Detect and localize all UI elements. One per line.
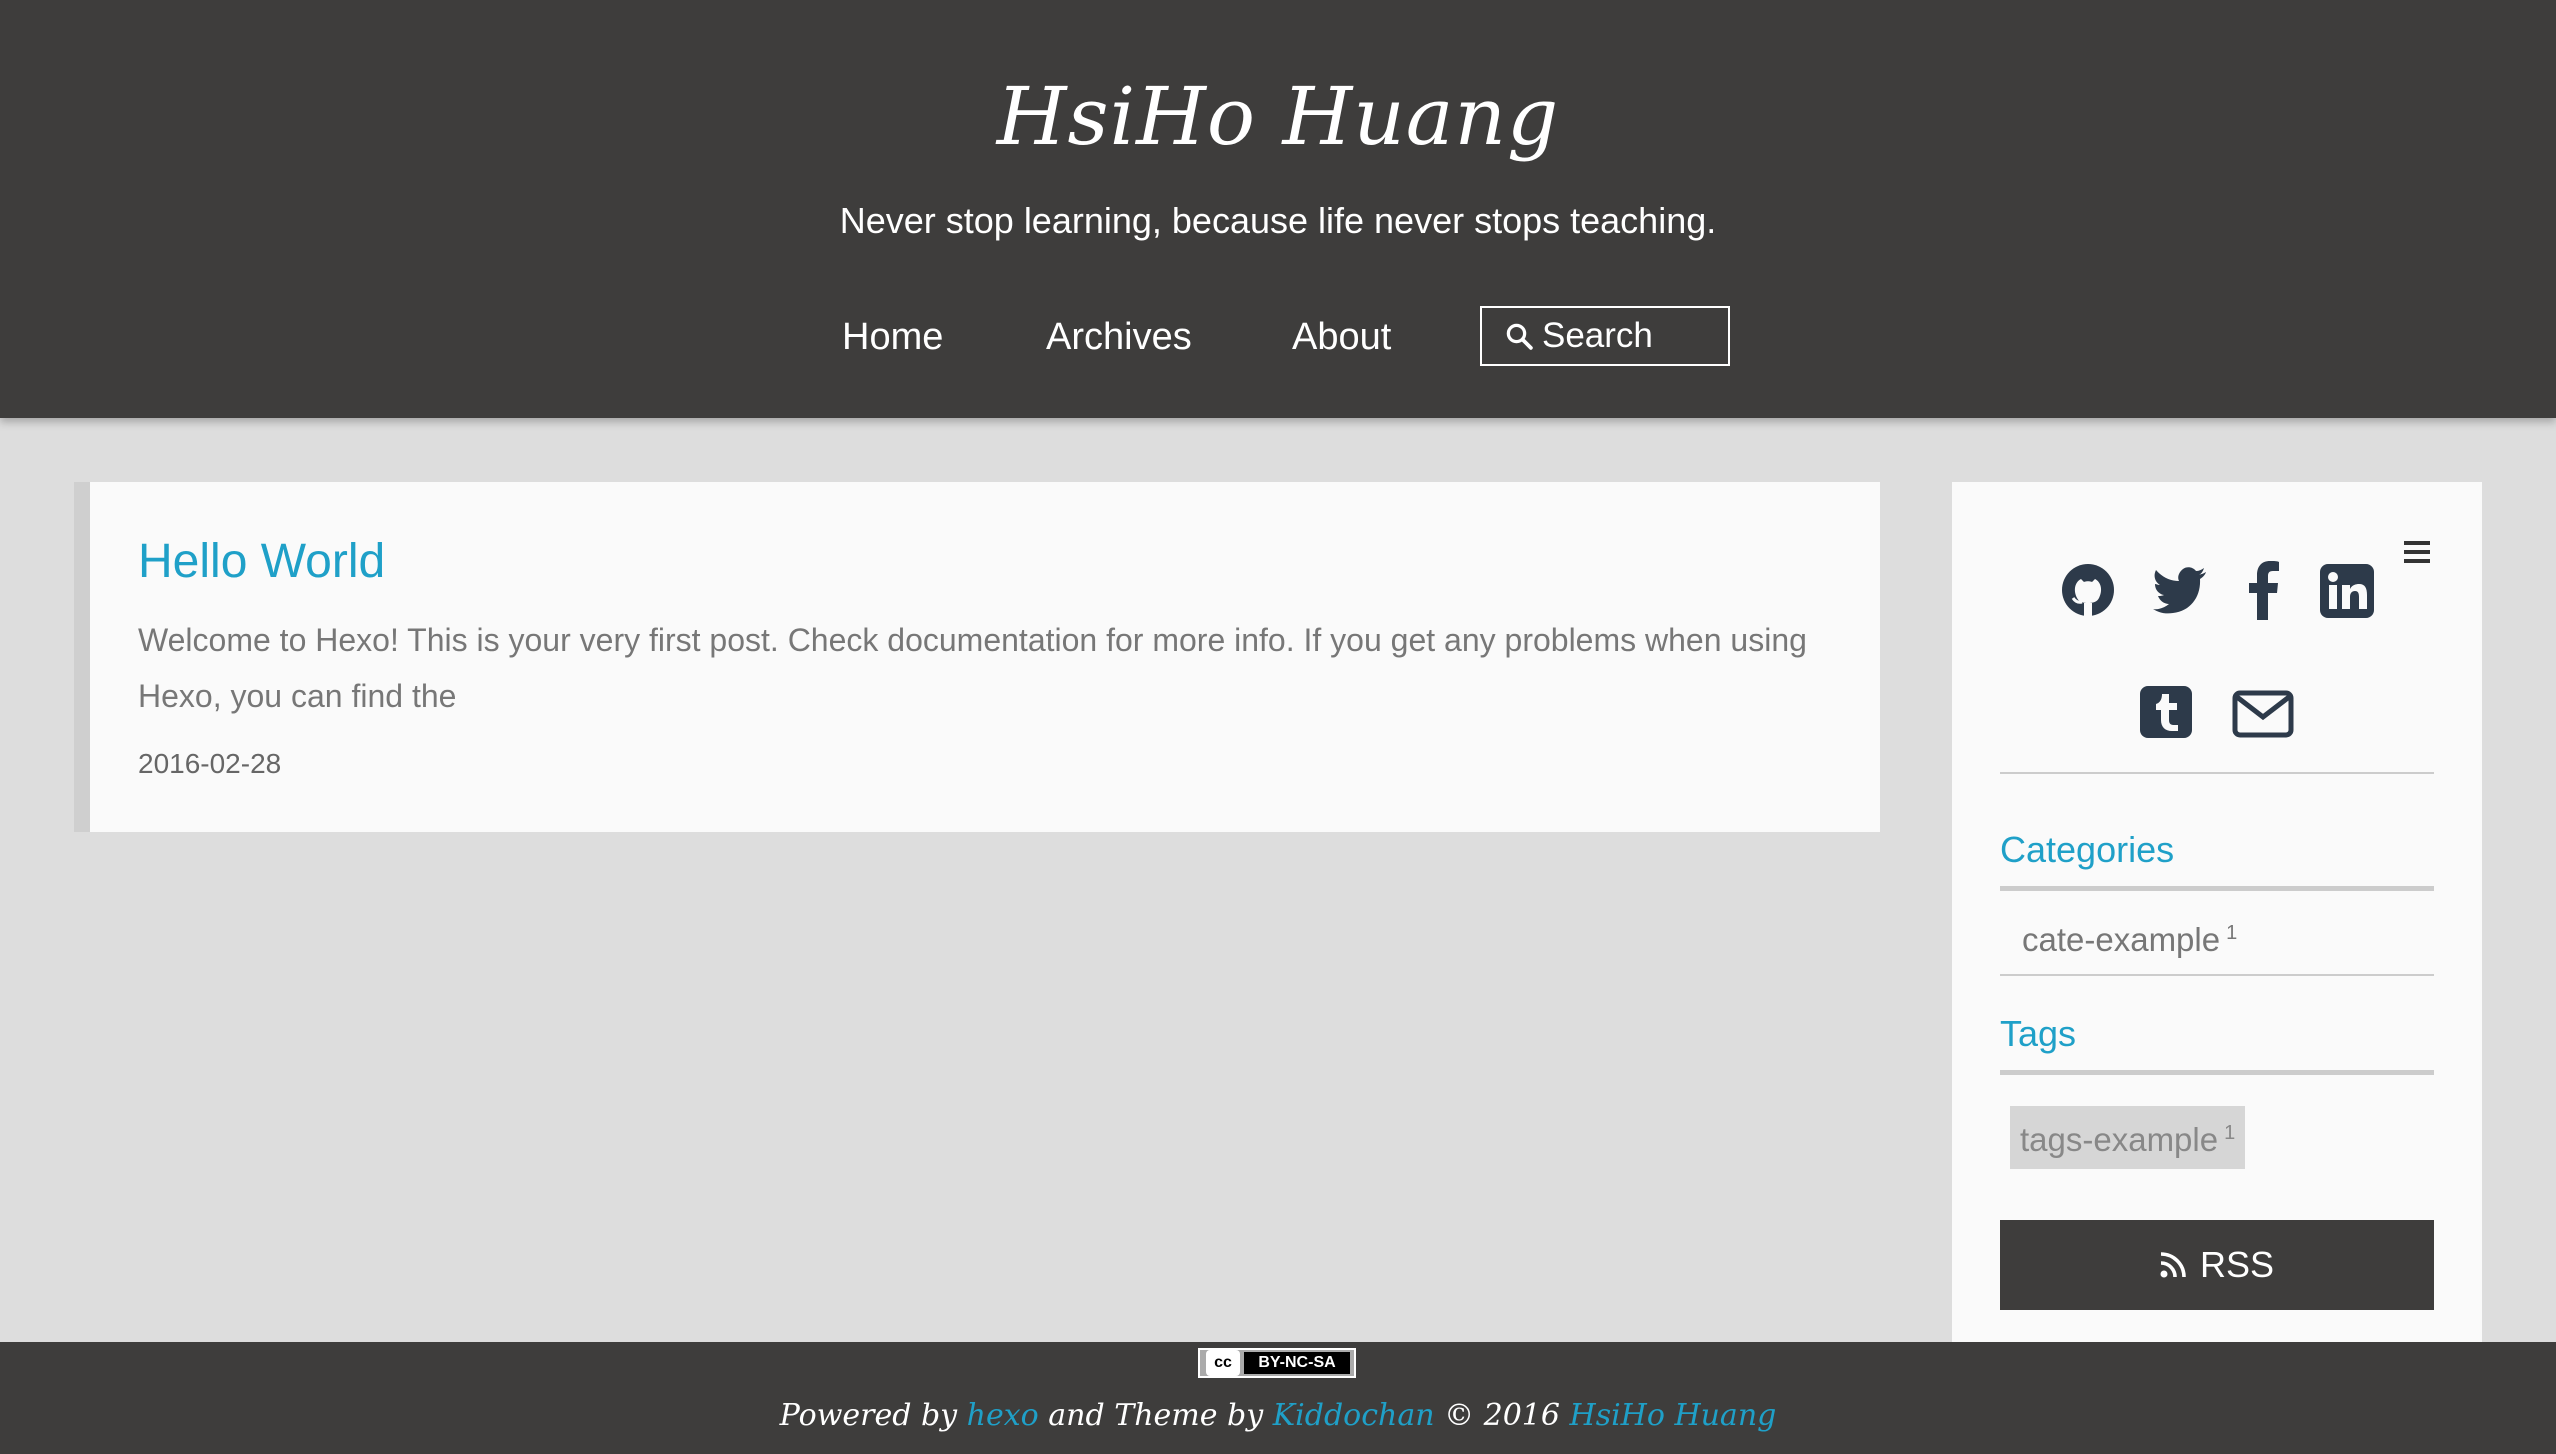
rss-icon — [2160, 1252, 2186, 1278]
tag-name: tags-example — [2020, 1121, 2219, 1158]
menu-icon[interactable] — [2402, 538, 2432, 566]
sidebar-divider — [2000, 974, 2434, 976]
sidebar-divider — [2000, 772, 2434, 774]
theme-link[interactable]: Kiddochan — [1273, 1398, 1435, 1433]
categories-underline — [2000, 886, 2434, 891]
tag-item[interactable]: tags-example 1 — [2010, 1106, 2246, 1169]
site-subtitle: Never stop learning, because life never … — [839, 200, 1717, 241]
site-title[interactable]: HsiHo Huang — [0, 62, 2556, 172]
twitter-icon[interactable] — [2152, 566, 2208, 614]
search-label: Search — [1542, 316, 1653, 355]
tags-heading: Tags — [2000, 1013, 2077, 1054]
nav-home[interactable]: Home — [842, 314, 943, 360]
cc-icon: cc — [1206, 1350, 1240, 1376]
category-count: 1 — [2226, 922, 2238, 944]
author-link[interactable]: HsiHo Huang — [1570, 1398, 1777, 1433]
rss-button[interactable]: RSS — [2000, 1220, 2434, 1310]
github-icon[interactable] — [2060, 562, 2116, 618]
category-item[interactable]: cate-example 1 — [2022, 912, 2237, 961]
mail-icon[interactable] — [2232, 690, 2294, 738]
hexo-link[interactable]: hexo — [967, 1398, 1039, 1433]
site-header: HsiHo Huang Never stop learning, because… — [0, 0, 2556, 418]
license-text: BY-NC-SA — [1244, 1352, 1350, 1374]
powered-by-text: Powered by — [779, 1398, 958, 1433]
tag-count: 1 — [2224, 1122, 2236, 1144]
category-name: cate-example — [2022, 921, 2221, 958]
post-date: 2016-02-28 — [138, 748, 282, 779]
categories-heading: Categories — [2000, 829, 2175, 870]
theme-by-text: and Theme by — [1048, 1398, 1264, 1433]
post-title[interactable]: Hello World — [138, 532, 385, 592]
footer-credits: Powered by hexo and Theme by Kiddochan ©… — [0, 1394, 2556, 1438]
tags-underline — [2000, 1070, 2434, 1075]
nav-about[interactable]: About — [1292, 314, 1391, 360]
sidebar: Categories cate-example 1 Tags tags-examp… — [1952, 482, 2482, 1342]
copyright-text: © 2016 — [1444, 1398, 1560, 1433]
linkedin-icon[interactable] — [2320, 564, 2374, 618]
search-icon — [1506, 323, 1533, 350]
nav-archives[interactable]: Archives — [1046, 314, 1192, 360]
facebook-icon[interactable] — [2248, 560, 2280, 620]
search-input[interactable]: Search — [1480, 306, 1730, 366]
site-footer: cc BY-NC-SA Powered by hexo and Theme by… — [0, 1342, 2556, 1454]
rss-label: RSS — [2199, 1244, 2275, 1285]
license-badge[interactable]: cc BY-NC-SA — [1198, 1348, 1356, 1378]
post-card: Hello World Welcome to Hexo! This is you… — [74, 482, 1880, 832]
post-excerpt: Welcome to Hexo! This is your very first… — [138, 622, 1807, 714]
tumblr-icon[interactable] — [2140, 686, 2192, 738]
